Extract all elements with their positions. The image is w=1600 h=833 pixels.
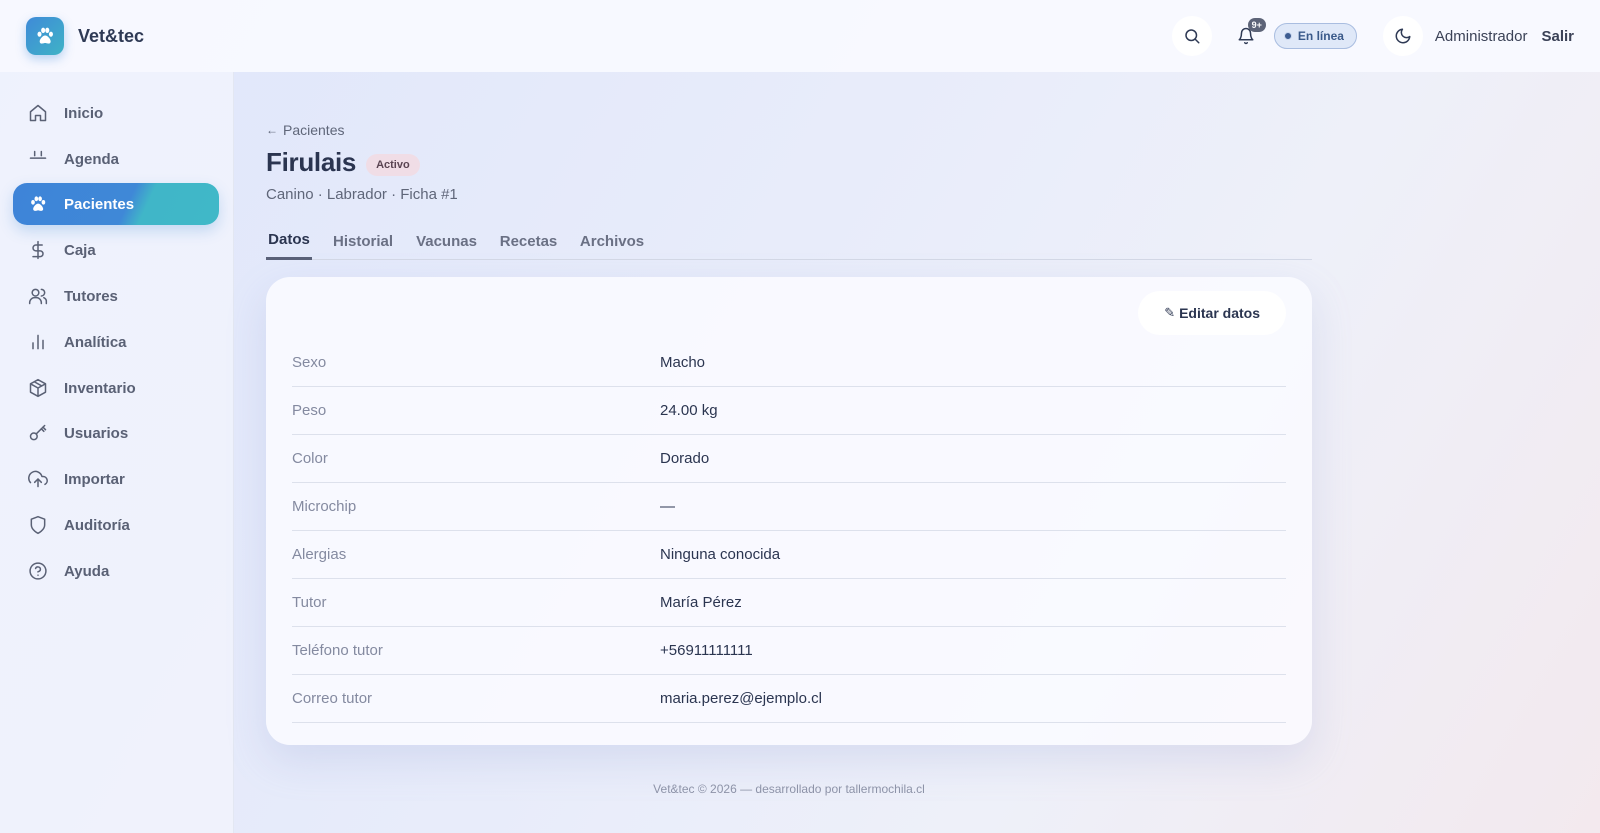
online-status-badge[interactable]: En línea <box>1273 23 1357 49</box>
field-row-peso: Peso 24.00 kg <box>292 387 1286 435</box>
field-row-sexo: Sexo Macho <box>292 339 1286 387</box>
user-name[interactable]: Administrador <box>1435 28 1528 45</box>
sidebar-item-analitica[interactable]: Analítica <box>13 321 219 363</box>
patient-fields: Sexo Macho Peso 24.00 kg Color Dorado Mi… <box>292 339 1286 723</box>
sidebar-item-label: Usuarios <box>64 424 129 442</box>
paw-logo-icon <box>26 17 64 55</box>
notification-badge: 9+ <box>1247 18 1266 32</box>
paw-icon <box>27 193 49 215</box>
sidebar: Inicio Agenda Pacientes Caja Tutores Ana… <box>0 72 234 833</box>
patient-subtitle: Canino · Labrador · Ficha #1 <box>266 186 458 203</box>
field-row-tutor: Tutor María Pérez <box>292 579 1286 627</box>
field-label: Teléfono tutor <box>292 642 383 659</box>
field-value: 24.00 kg <box>660 402 718 419</box>
theme-toggle-button[interactable] <box>1382 16 1423 56</box>
field-value: +56911111111 <box>660 642 753 659</box>
moon-icon <box>1395 28 1411 44</box>
help-circle-icon <box>27 560 49 582</box>
field-label: Tutor <box>292 594 327 611</box>
field-row-microchip: Microchip — <box>292 483 1286 531</box>
sidebar-item-label: Caja <box>64 241 96 259</box>
status-dot-icon <box>1283 32 1292 40</box>
back-to-pacientes-link[interactable]: ← Pacientes <box>266 122 344 138</box>
sidebar-item-label: Inicio <box>64 104 104 122</box>
pencil-icon: ✎ <box>1164 305 1176 320</box>
edit-data-button[interactable]: ✎ Editar datos <box>1138 291 1286 335</box>
home-icon <box>27 102 49 124</box>
sidebar-item-tutores[interactable]: Tutores <box>13 275 219 317</box>
sidebar-item-label: Auditoría <box>64 516 130 534</box>
field-label: Sexo <box>292 354 327 371</box>
shield-icon <box>27 514 49 536</box>
dollar-icon <box>27 239 49 261</box>
sidebar-item-ayuda[interactable]: Ayuda <box>13 550 219 592</box>
field-row-correo-tutor: Correo tutor maria.perez@ejemplo.cl <box>292 675 1286 723</box>
edit-data-label: Editar datos <box>1179 305 1260 321</box>
sidebar-item-importar[interactable]: Importar <box>13 458 219 500</box>
field-value: — <box>660 498 675 515</box>
patient-data-card: ✎ Editar datos Sexo Macho Peso 24.00 kg … <box>266 277 1312 745</box>
sidebar-item-label: Inventario <box>64 379 136 397</box>
sidebar-item-caja[interactable]: Caja <box>13 229 219 271</box>
field-row-color: Color Dorado <box>292 435 1286 483</box>
sidebar-item-inventario[interactable]: Inventario <box>13 367 219 409</box>
users-icon <box>27 285 49 307</box>
sidebar-item-label: Tutores <box>64 287 118 305</box>
sidebar-item-label: Importar <box>64 470 125 488</box>
field-label: Alergias <box>292 546 347 563</box>
tab-vacunas[interactable]: Vacunas <box>416 222 477 260</box>
field-label: Microchip <box>292 498 357 515</box>
box-icon <box>27 377 49 399</box>
field-row-telefono-tutor: Teléfono tutor +56911111111 <box>292 627 1286 675</box>
field-value: maria.perez@ejemplo.cl <box>660 690 822 707</box>
search-icon <box>1185 29 1200 44</box>
brand-name: Vet&tec <box>78 25 145 46</box>
sidebar-item-label: Pacientes <box>64 195 135 213</box>
top-bar: Vet&tec 9+ En línea Administrador Salir <box>0 0 1600 72</box>
sidebar-item-label: Agenda <box>64 150 120 168</box>
field-value: Macho <box>660 354 706 371</box>
upload-cloud-icon <box>27 468 49 490</box>
field-label: Correo tutor <box>292 690 373 707</box>
field-label: Peso <box>292 402 327 419</box>
page-title: Firulais <box>266 147 357 177</box>
bar-chart-icon <box>27 331 49 353</box>
sidebar-item-inicio[interactable]: Inicio <box>13 92 219 134</box>
title-row: Firulais Activo <box>266 147 420 178</box>
search-button[interactable] <box>1171 16 1212 56</box>
tab-historial[interactable]: Historial <box>333 222 393 260</box>
sidebar-item-auditoria[interactable]: Auditoría <box>13 504 219 546</box>
field-row-alergias: Alergias Ninguna conocida <box>292 531 1286 579</box>
tab-bar: Datos Historial Vacunas Recetas Archivos <box>266 222 1312 260</box>
calendar-icon <box>27 148 49 170</box>
sidebar-item-usuarios[interactable]: Usuarios <box>13 412 219 454</box>
sidebar-item-label: Ayuda <box>64 562 110 580</box>
sidebar-item-agenda[interactable]: Agenda <box>13 138 219 180</box>
sidebar-item-pacientes[interactable]: Pacientes <box>13 183 219 225</box>
back-link-label: Pacientes <box>283 122 345 138</box>
tab-datos[interactable]: Datos <box>266 222 312 260</box>
field-value: Dorado <box>660 450 710 467</box>
field-value: María Pérez <box>660 594 742 611</box>
brand[interactable]: Vet&tec <box>26 17 144 55</box>
sidebar-item-label: Analítica <box>64 333 127 351</box>
tab-archivos[interactable]: Archivos <box>580 222 644 260</box>
tab-recetas[interactable]: Recetas <box>500 222 558 260</box>
key-icon <box>27 422 49 444</box>
field-label: Color <box>292 450 328 467</box>
field-value: Ninguna conocida <box>660 546 781 563</box>
status-badge: Activo <box>366 153 420 176</box>
notifications-button[interactable]: 9+ <box>1226 16 1266 56</box>
status-label: En línea <box>1297 29 1344 43</box>
footer: Vet&tec © 2026 — desarrollado por taller… <box>653 782 925 796</box>
logout-button[interactable]: Salir <box>1541 28 1574 45</box>
back-arrow-icon: ← <box>266 123 278 137</box>
